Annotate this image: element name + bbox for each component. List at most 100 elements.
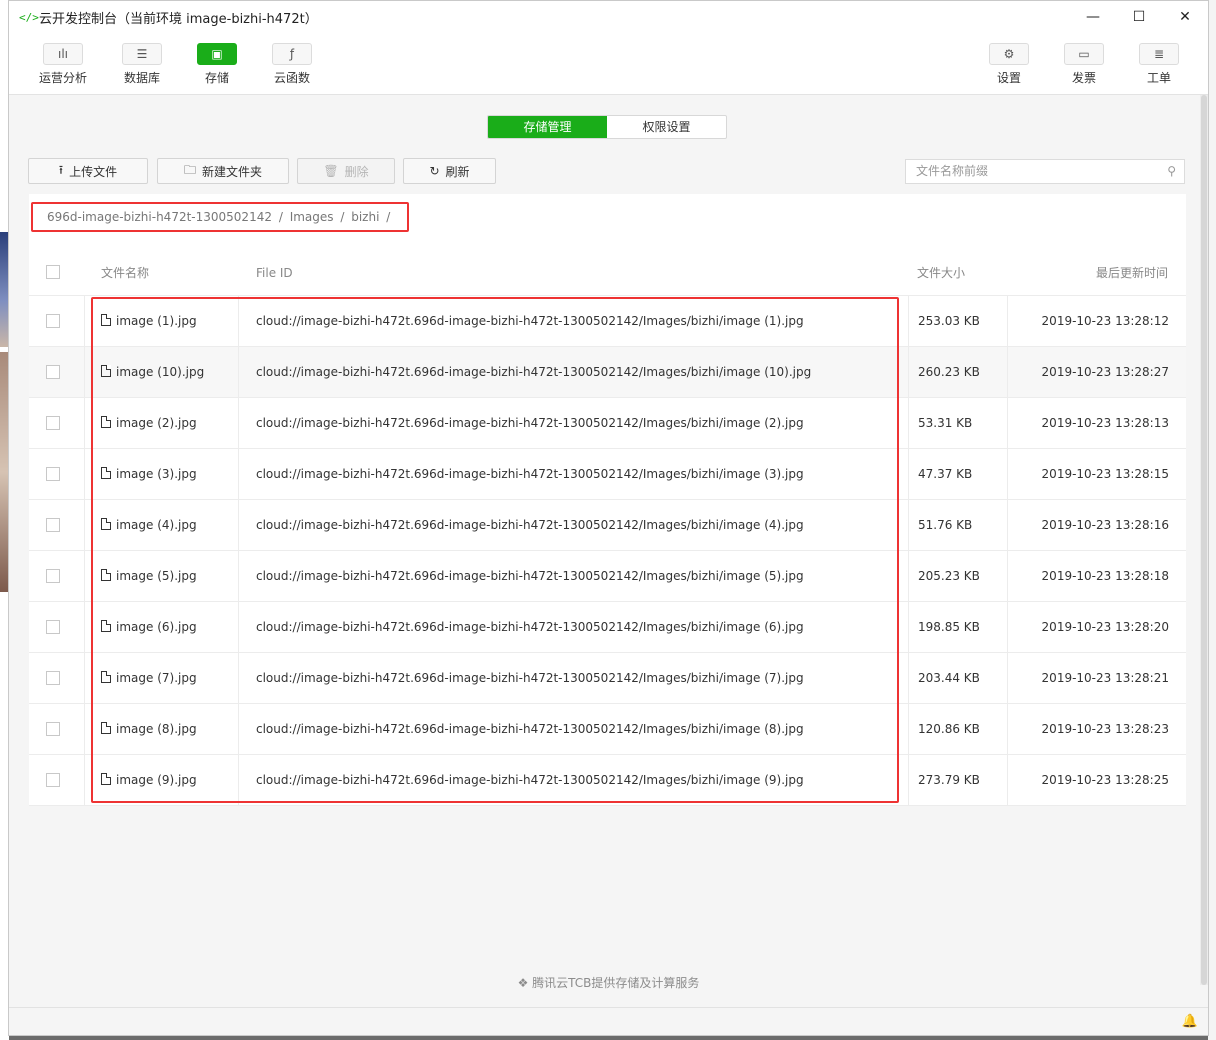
column-divider xyxy=(84,347,85,398)
header-updated: 最后更新时间 xyxy=(1095,266,1168,280)
column-divider xyxy=(1007,296,1008,347)
file-name-cell[interactable]: image (5).jpg xyxy=(101,551,197,602)
breadcrumb-separator: / xyxy=(386,210,391,224)
console-window: </> 云开发控制台（当前环境 image-bizhi-h472t） — ☐ ✕… xyxy=(8,0,1209,1036)
column-divider xyxy=(238,755,239,806)
file-name: image (10).jpg xyxy=(116,365,205,379)
file-size-cell: 260.23 KB xyxy=(918,365,980,379)
toolbar-ticket[interactable]: ≣ 工单 xyxy=(1129,43,1189,86)
close-button[interactable]: ✕ xyxy=(1162,1,1208,33)
refresh-button[interactable]: ↻ 刷新 xyxy=(403,158,496,184)
file-id-cell: cloud://image-bizhi-h472t.696d-image-biz… xyxy=(256,722,804,736)
ticket-icon: ≣ xyxy=(1139,43,1179,65)
search-icon[interactable]: ⚲ xyxy=(1167,160,1176,183)
column-divider xyxy=(84,296,85,347)
row-checkbox[interactable] xyxy=(46,416,60,430)
table-row[interactable]: image (1).jpg cloud://image-bizhi-h472t.6… xyxy=(29,296,1186,347)
maximize-button[interactable]: ☐ xyxy=(1116,1,1162,33)
file-name-cell[interactable]: image (4).jpg xyxy=(101,500,197,551)
file-name-cell[interactable]: image (8).jpg xyxy=(101,704,197,755)
file-id-cell: cloud://image-bizhi-h472t.696d-image-biz… xyxy=(256,365,812,379)
row-checkbox[interactable] xyxy=(46,314,60,328)
table-row[interactable]: image (3).jpg cloud://image-bizhi-h472t.6… xyxy=(29,449,1186,500)
table-row[interactable]: image (6).jpg cloud://image-bizhi-h472t.6… xyxy=(29,602,1186,653)
column-divider xyxy=(1007,755,1008,806)
header-size: 文件大小 xyxy=(917,266,966,280)
tencent-cloud-icon: ❖ xyxy=(517,976,533,990)
row-checkbox[interactable] xyxy=(46,518,60,532)
header-name: 文件名称 xyxy=(101,266,150,280)
toolbar-cloud-function[interactable]: ƒ 云函数 xyxy=(262,43,322,86)
tab-permission[interactable]: 权限设置 xyxy=(607,116,726,138)
updated-time-cell: 2019-10-23 13:28:25 xyxy=(1041,773,1169,787)
row-checkbox[interactable] xyxy=(46,773,60,787)
file-size-cell: 53.31 KB xyxy=(918,416,973,430)
trash-icon: 🗑 xyxy=(323,164,339,178)
scrollbar-thumb[interactable] xyxy=(1201,95,1207,985)
updated-time-cell: 2019-10-23 13:28:16 xyxy=(1041,518,1169,532)
table-row[interactable]: image (8).jpg cloud://image-bizhi-h472t.6… xyxy=(29,704,1186,755)
toolbar-invoice[interactable]: ▭ 发票 xyxy=(1054,43,1114,86)
file-name-cell[interactable]: image (7).jpg xyxy=(101,653,197,704)
new-folder-button[interactable]: 🗀 新建文件夹 xyxy=(157,158,289,184)
breadcrumb-item[interactable]: bizhi xyxy=(351,210,379,224)
breadcrumb-item[interactable]: 696d-image-bizhi-h472t-1300502142 xyxy=(47,210,272,224)
column-divider xyxy=(238,296,239,347)
toolbar-label: 存储 xyxy=(204,71,229,85)
column-divider xyxy=(1007,347,1008,398)
bell-icon[interactable]: 🔔 xyxy=(1182,1014,1198,1029)
breadcrumb-item[interactable]: Images xyxy=(290,210,334,224)
row-checkbox[interactable] xyxy=(46,365,60,379)
table-header: 文件名称 File ID 文件大小 最后更新时间 xyxy=(29,250,1186,296)
row-checkbox[interactable] xyxy=(46,671,60,685)
column-divider xyxy=(238,653,239,704)
file-name-cell[interactable]: image (1).jpg xyxy=(101,296,197,347)
tab-storage-manage[interactable]: 存储管理 xyxy=(488,116,607,138)
table-row[interactable]: image (10).jpg cloud://image-bizhi-h472t.… xyxy=(29,347,1186,398)
scrollbar[interactable] xyxy=(1200,95,1208,985)
column-divider xyxy=(238,398,239,449)
file-name-cell[interactable]: image (3).jpg xyxy=(101,449,197,500)
breadcrumb-separator: / xyxy=(340,210,345,224)
toolbar-label: 数据库 xyxy=(123,71,160,85)
column-divider xyxy=(908,551,909,602)
file-name-cell[interactable]: image (10).jpg xyxy=(101,347,204,398)
table-row[interactable]: image (9).jpg cloud://image-bizhi-h472t.6… xyxy=(29,755,1186,806)
row-checkbox[interactable] xyxy=(46,467,60,481)
search-input[interactable]: 文件名称前缀 ⚲ xyxy=(905,159,1185,184)
table-row[interactable]: image (2).jpg cloud://image-bizhi-h472t.6… xyxy=(29,398,1186,449)
toolbar-database[interactable]: ☰ 数据库 xyxy=(112,43,172,86)
toolbar-settings[interactable]: ⚙ 设置 xyxy=(979,43,1039,86)
toolbar-analytics[interactable]: ılı 运营分析 xyxy=(33,43,93,86)
table-row[interactable]: image (5).jpg cloud://image-bizhi-h472t.6… xyxy=(29,551,1186,602)
toolbar-storage[interactable]: ▣ 存储 xyxy=(187,43,247,86)
file-id-cell: cloud://image-bizhi-h472t.696d-image-biz… xyxy=(256,314,804,328)
updated-time-cell: 2019-10-23 13:28:12 xyxy=(1041,314,1169,328)
column-divider xyxy=(1007,551,1008,602)
column-divider xyxy=(238,551,239,602)
column-divider xyxy=(238,704,239,755)
breadcrumb-separator: / xyxy=(278,210,283,224)
database-icon: ☰ xyxy=(122,43,162,65)
row-checkbox[interactable] xyxy=(46,569,60,583)
function-icon: ƒ xyxy=(272,43,312,65)
column-divider xyxy=(84,398,85,449)
select-all-checkbox[interactable] xyxy=(46,265,60,279)
minimize-button[interactable]: — xyxy=(1070,1,1116,33)
column-divider xyxy=(1007,653,1008,704)
table-row[interactable]: image (7).jpg cloud://image-bizhi-h472t.6… xyxy=(29,653,1186,704)
upload-icon: ⭱ xyxy=(58,162,64,177)
upload-label: 上传文件 xyxy=(69,164,118,179)
file-name-cell[interactable]: image (2).jpg xyxy=(101,398,197,449)
row-checkbox[interactable] xyxy=(46,620,60,634)
upload-button[interactable]: ⭱ 上传文件 xyxy=(28,158,148,184)
file-icon xyxy=(101,773,111,785)
column-divider xyxy=(908,398,909,449)
row-checkbox[interactable] xyxy=(46,722,60,736)
file-name-cell[interactable]: image (6).jpg xyxy=(101,602,197,653)
delete-button[interactable]: 🗑 删除 xyxy=(297,158,395,184)
file-name: image (7).jpg xyxy=(116,671,197,685)
file-name-cell[interactable]: image (9).jpg xyxy=(101,755,197,806)
table-row[interactable]: image (4).jpg cloud://image-bizhi-h472t.6… xyxy=(29,500,1186,551)
file-icon xyxy=(101,365,111,377)
